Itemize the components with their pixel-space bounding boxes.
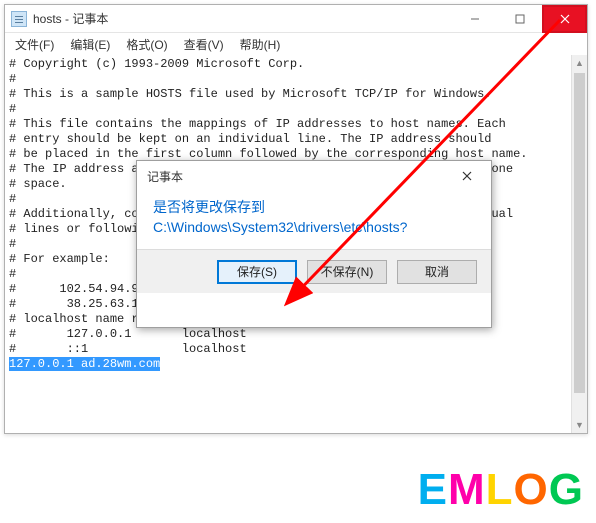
menu-format[interactable]: 格式(O) <box>120 34 173 55</box>
watermark-logo: E M L O G <box>418 465 584 515</box>
dialog-line2: C:\Windows\System32\drivers\etc\hosts? <box>153 217 475 237</box>
wm-char: M <box>448 465 486 515</box>
editor-line: # Copyright (c) 1993-2009 Microsoft Corp… <box>9 57 583 72</box>
menu-file[interactable]: 文件(F) <box>9 34 60 55</box>
maximize-button[interactable] <box>497 5 542 33</box>
scroll-up-arrow[interactable]: ▲ <box>572 55 587 71</box>
editor-line: # entry should be kept on an individual … <box>9 132 583 147</box>
dialog-message: 是否将更改保存到 C:\Windows\System32\drivers\etc… <box>137 191 491 249</box>
save-dialog: 记事本 是否将更改保存到 C:\Windows\System32\drivers… <box>136 160 492 328</box>
menubar: 文件(F) 编辑(E) 格式(O) 查看(V) 帮助(H) <box>5 33 587 55</box>
window-controls <box>452 5 587 33</box>
dialog-footer: 保存(S) 不保存(N) 取消 <box>137 249 491 293</box>
cancel-button[interactable]: 取消 <box>397 260 477 284</box>
vertical-scrollbar[interactable]: ▲ ▼ <box>571 55 587 433</box>
titlebar: hosts - 记事本 <box>5 5 587 33</box>
scroll-thumb[interactable] <box>574 73 585 393</box>
editor-line: # This is a sample HOSTS file used by Mi… <box>9 87 583 102</box>
menu-edit[interactable]: 编辑(E) <box>64 34 116 55</box>
scroll-down-arrow[interactable]: ▼ <box>572 417 587 433</box>
menu-view[interactable]: 查看(V) <box>178 34 230 55</box>
dontsave-button[interactable]: 不保存(N) <box>307 260 387 284</box>
editor-line-selected: 127.0.0.1 ad.28wm.com <box>9 357 583 372</box>
dialog-title: 记事本 <box>147 168 183 185</box>
editor-line: # 127.0.0.1 localhost <box>9 327 583 342</box>
window-title: hosts - 记事本 <box>33 10 108 27</box>
editor-line: # <box>9 72 583 87</box>
wm-char: G <box>549 465 584 515</box>
wm-char: O <box>514 465 549 515</box>
editor-line: # ::1 localhost <box>9 342 583 357</box>
wm-char: E <box>418 465 448 515</box>
dialog-line1: 是否将更改保存到 <box>153 197 475 217</box>
save-button[interactable]: 保存(S) <box>217 260 297 284</box>
menu-help[interactable]: 帮助(H) <box>234 34 287 55</box>
wm-char: L <box>486 465 514 515</box>
dialog-close-button[interactable] <box>453 165 481 187</box>
dialog-titlebar: 记事本 <box>137 161 491 191</box>
close-button[interactable] <box>542 5 587 33</box>
editor-line: # This file contains the mappings of IP … <box>9 117 583 132</box>
minimize-button[interactable] <box>452 5 497 33</box>
notepad-icon <box>11 11 27 27</box>
editor-line: # <box>9 102 583 117</box>
